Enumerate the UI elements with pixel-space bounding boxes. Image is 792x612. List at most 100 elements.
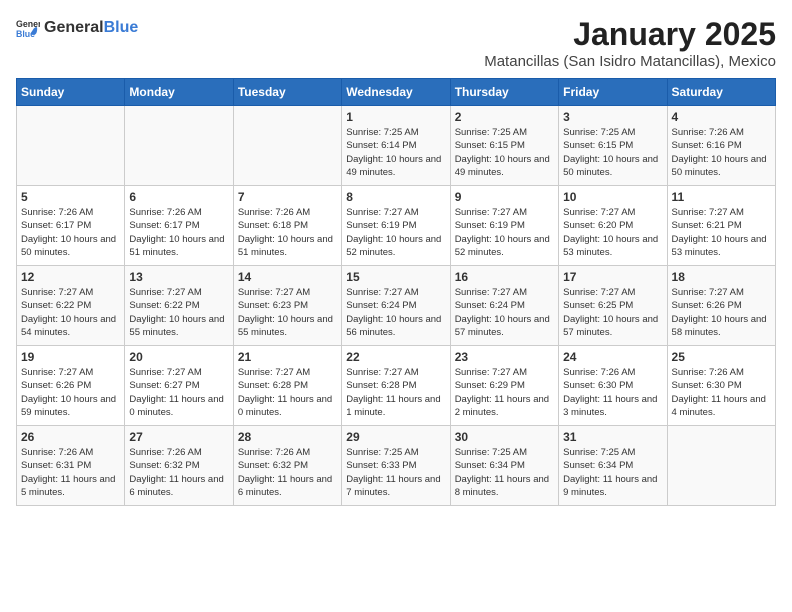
day-cell: 16Sunrise: 7:27 AMSunset: 6:24 PMDayligh…: [450, 266, 558, 346]
day-info: Sunrise: 7:26 AMSunset: 6:17 PMDaylight:…: [21, 206, 120, 259]
day-number: 23: [455, 350, 554, 364]
logo-blue-text: Blue: [104, 19, 139, 36]
day-number: 21: [238, 350, 337, 364]
day-number: 13: [129, 270, 228, 284]
day-number: 26: [21, 430, 120, 444]
day-cell: 14 Sunrise: 7:27 AMSunset: 6:23 PMDayligh…: [233, 266, 341, 346]
day-number: 19: [21, 350, 120, 364]
day-number: 28: [238, 430, 337, 444]
col-wednesday: Wednesday: [342, 79, 450, 106]
day-info: Sunrise: 7:27 AMSunset: 6:26 PMDaylight:…: [672, 286, 771, 339]
day-cell: 27Sunrise: 7:26 AMSunset: 6:32 PMDayligh…: [125, 426, 233, 506]
day-number: 10: [563, 190, 662, 204]
day-number: 24: [563, 350, 662, 364]
col-sunday: Sunday: [17, 79, 125, 106]
day-info: Sunrise: 7:26 AMSunset: 6:18 PMDaylight:…: [238, 206, 337, 259]
day-cell: 21 Sunrise: 7:27 AMSunset: 6:28 PMDayligh…: [233, 346, 341, 426]
day-cell: 19 Sunrise: 7:27 AMSunset: 6:26 PMDayligh…: [17, 346, 125, 426]
day-number: 30: [455, 430, 554, 444]
day-number: 25: [672, 350, 771, 364]
day-cell: 9Sunrise: 7:27 AMSunset: 6:19 PMDaylight…: [450, 186, 558, 266]
day-cell: [233, 106, 341, 186]
day-cell: 8 Sunrise: 7:27 AMSunset: 6:19 PMDaylight…: [342, 186, 450, 266]
day-number: 8: [346, 190, 445, 204]
day-number: 15: [346, 270, 445, 284]
day-number: 7: [238, 190, 337, 204]
day-info: Sunrise: 7:26 AMSunset: 6:32 PMDaylight:…: [238, 446, 337, 499]
day-info: Sunrise: 7:27 AMSunset: 6:19 PMDaylight:…: [346, 206, 445, 259]
day-info: Sunrise: 7:25 AMSunset: 6:15 PMDaylight:…: [455, 126, 554, 179]
day-info: Sunrise: 7:27 AMSunset: 6:20 PMDaylight:…: [563, 206, 662, 259]
col-tuesday: Tuesday: [233, 79, 341, 106]
day-cell: 26 Sunrise: 7:26 AMSunset: 6:31 PMDayligh…: [17, 426, 125, 506]
day-cell: 11 Sunrise: 7:27 AMSunset: 6:21 PMDayligh…: [667, 186, 775, 266]
week-row-4: 19 Sunrise: 7:27 AMSunset: 6:26 PMDayligh…: [17, 346, 776, 426]
day-cell: [17, 106, 125, 186]
day-info: Sunrise: 7:27 AMSunset: 6:24 PMDaylight:…: [346, 286, 445, 339]
day-number: 2: [455, 110, 554, 124]
day-cell: [667, 426, 775, 506]
day-cell: 24Sunrise: 7:26 AMSunset: 6:30 PMDayligh…: [559, 346, 667, 426]
col-saturday: Saturday: [667, 79, 775, 106]
day-cell: 31 Sunrise: 7:25 AMSunset: 6:34 PMDayligh…: [559, 426, 667, 506]
day-cell: 18 Sunrise: 7:27 AMSunset: 6:26 PMDayligh…: [667, 266, 775, 346]
day-number: 29: [346, 430, 445, 444]
day-info: Sunrise: 7:27 AMSunset: 6:26 PMDaylight:…: [21, 366, 120, 419]
day-info: Sunrise: 7:26 AMSunset: 6:31 PMDaylight:…: [21, 446, 120, 499]
day-info: Sunrise: 7:25 AMSunset: 6:33 PMDaylight:…: [346, 446, 445, 499]
header-row: Sunday Monday Tuesday Wednesday Thursday…: [17, 79, 776, 106]
day-number: 6: [129, 190, 228, 204]
day-cell: 1Sunrise: 7:25 AMSunset: 6:14 PMDaylight…: [342, 106, 450, 186]
col-friday: Friday: [559, 79, 667, 106]
day-info: Sunrise: 7:27 AMSunset: 6:29 PMDaylight:…: [455, 366, 554, 419]
day-number: 18: [672, 270, 771, 284]
day-cell: 23 Sunrise: 7:27 AMSunset: 6:29 PMDayligh…: [450, 346, 558, 426]
day-cell: 17Sunrise: 7:27 AMSunset: 6:25 PMDayligh…: [559, 266, 667, 346]
day-number: 16: [455, 270, 554, 284]
day-info: Sunrise: 7:25 AMSunset: 6:15 PMDaylight:…: [563, 126, 662, 179]
day-cell: 15 Sunrise: 7:27 AMSunset: 6:24 PMDayligh…: [342, 266, 450, 346]
week-row-1: 1Sunrise: 7:25 AMSunset: 6:14 PMDaylight…: [17, 106, 776, 186]
day-cell: 25Sunrise: 7:26 AMSunset: 6:30 PMDayligh…: [667, 346, 775, 426]
day-info: Sunrise: 7:27 AMSunset: 6:23 PMDaylight:…: [238, 286, 337, 339]
day-cell: 10 Sunrise: 7:27 AMSunset: 6:20 PMDayligh…: [559, 186, 667, 266]
calendar-subtitle: Matancillas (San Isidro Matancillas), Me…: [484, 53, 776, 70]
logo: General Blue GeneralBlue: [16, 16, 138, 40]
day-info: Sunrise: 7:27 AMSunset: 6:28 PMDaylight:…: [346, 366, 445, 419]
title-block: January 2025 Matancillas (San Isidro Mat…: [484, 16, 776, 70]
day-number: 31: [563, 430, 662, 444]
day-cell: 3Sunrise: 7:25 AMSunset: 6:15 PMDaylight…: [559, 106, 667, 186]
day-cell: [125, 106, 233, 186]
logo-icon: General Blue: [16, 16, 40, 40]
day-cell: 2 Sunrise: 7:25 AMSunset: 6:15 PMDaylight…: [450, 106, 558, 186]
week-row-2: 5 Sunrise: 7:26 AMSunset: 6:17 PMDaylight…: [17, 186, 776, 266]
day-info: Sunrise: 7:26 AMSunset: 6:32 PMDaylight:…: [129, 446, 228, 499]
day-number: 22: [346, 350, 445, 364]
day-info: Sunrise: 7:27 AMSunset: 6:22 PMDaylight:…: [21, 286, 120, 339]
day-cell: 20Sunrise: 7:27 AMSunset: 6:27 PMDayligh…: [125, 346, 233, 426]
day-info: Sunrise: 7:27 AMSunset: 6:19 PMDaylight:…: [455, 206, 554, 259]
day-info: Sunrise: 7:25 AMSunset: 6:14 PMDaylight:…: [346, 126, 445, 179]
day-cell: 13 Sunrise: 7:27 AMSunset: 6:22 PMDayligh…: [125, 266, 233, 346]
day-info: Sunrise: 7:27 AMSunset: 6:21 PMDaylight:…: [672, 206, 771, 259]
day-cell: 6 Sunrise: 7:26 AMSunset: 6:17 PMDaylight…: [125, 186, 233, 266]
day-info: Sunrise: 7:25 AMSunset: 6:34 PMDaylight:…: [563, 446, 662, 499]
day-info: Sunrise: 7:27 AMSunset: 6:22 PMDaylight:…: [129, 286, 228, 339]
day-info: Sunrise: 7:27 AMSunset: 6:27 PMDaylight:…: [129, 366, 228, 419]
day-number: 11: [672, 190, 771, 204]
day-number: 5: [21, 190, 120, 204]
col-thursday: Thursday: [450, 79, 558, 106]
day-info: Sunrise: 7:27 AMSunset: 6:28 PMDaylight:…: [238, 366, 337, 419]
day-cell: 29 Sunrise: 7:25 AMSunset: 6:33 PMDayligh…: [342, 426, 450, 506]
logo-general-text: General: [44, 19, 104, 36]
day-info: Sunrise: 7:27 AMSunset: 6:25 PMDaylight:…: [563, 286, 662, 339]
day-cell: 30 Sunrise: 7:25 AMSunset: 6:34 PMDayligh…: [450, 426, 558, 506]
day-number: 4: [672, 110, 771, 124]
svg-text:Blue: Blue: [16, 29, 35, 39]
day-cell: 7 Sunrise: 7:26 AMSunset: 6:18 PMDaylight…: [233, 186, 341, 266]
day-cell: 4Sunrise: 7:26 AMSunset: 6:16 PMDaylight…: [667, 106, 775, 186]
day-info: Sunrise: 7:26 AMSunset: 6:17 PMDaylight:…: [129, 206, 228, 259]
calendar-title: January 2025: [484, 16, 776, 53]
day-info: Sunrise: 7:25 AMSunset: 6:34 PMDaylight:…: [455, 446, 554, 499]
day-number: 14: [238, 270, 337, 284]
